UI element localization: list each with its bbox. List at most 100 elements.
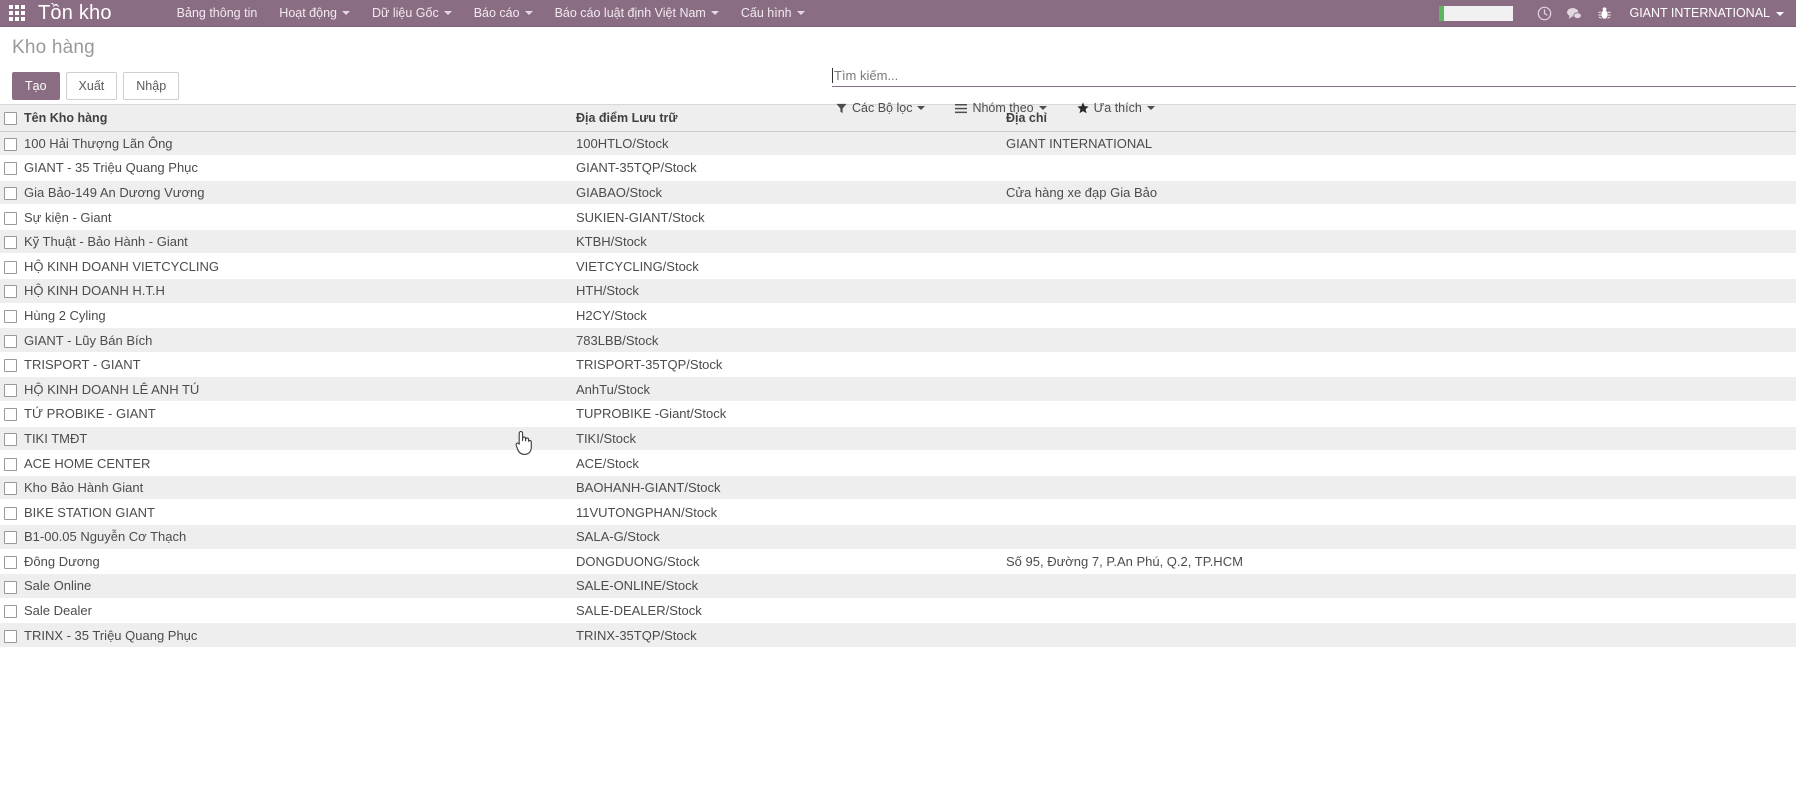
menu-item-operations[interactable]: Hoạt động	[268, 0, 361, 27]
search-options-row: Các Bộ lọc Nhóm theo Ưa thích	[832, 98, 1796, 118]
cell-storage-location: 100HTLO/Stock	[576, 135, 669, 151]
table-row[interactable]: TRINX - 35 Triệu Quang Phục TRINX-35TQP/S…	[0, 622, 1796, 648]
table-row[interactable]: TỨ PROBIKE - GIANT TUPROBIKE -Giant/Stock	[0, 401, 1796, 427]
table-row[interactable]: Sale Dealer SALE-DEALER/Stock	[0, 598, 1796, 623]
table-row[interactable]: Hùng 2 Cyling H2CY/Stock	[0, 303, 1796, 328]
select-all-checkbox[interactable]	[4, 111, 17, 125]
cell-warehouse-name: 100 Hải Thượng Lãn Ông	[24, 135, 173, 151]
search-input[interactable]	[834, 67, 1796, 84]
row-select-cell[interactable]	[0, 205, 24, 230]
table-row[interactable]: B1-00.05 Nguyễn Cơ Thạch SALA-G/Stock	[0, 524, 1796, 550]
menu-item-dashboard[interactable]: Bảng thông tin	[166, 0, 269, 27]
row-select-cell[interactable]	[0, 475, 24, 500]
row-checkbox[interactable]	[4, 236, 17, 250]
table-row[interactable]: Sự kiện - Giant SUKIEN-GIANT/Stock	[0, 204, 1796, 230]
row-select-cell[interactable]	[0, 328, 24, 353]
chevron-down-icon	[1146, 106, 1155, 110]
menu-item-configuration[interactable]: Cấu hình	[730, 0, 816, 27]
row-select-cell[interactable]	[0, 377, 24, 402]
table-body: 100 Hải Thượng Lãn Ông 100HTLO/Stock GIANT…	[0, 131, 1796, 648]
table-row[interactable]: HỘ KINH DOANH LÊ ANH TÚ AnhTu/Stock	[0, 376, 1796, 402]
debug-bug-icon[interactable]	[1589, 0, 1619, 27]
table-row[interactable]: HỘ KINH DOANH VIETCYCLING VIETCYCLING/Sto…	[0, 253, 1796, 279]
chevron-down-icon	[796, 11, 805, 15]
row-select-cell[interactable]	[0, 254, 24, 279]
table-row[interactable]: GIANT - 35 Triệu Quang Phục GIANT-35TQP/S…	[0, 155, 1796, 181]
table-row[interactable]: Sale Online SALE-ONLINE/Stock	[0, 573, 1796, 599]
row-select-cell[interactable]	[0, 426, 24, 451]
cell-warehouse-name: TỨ PROBIKE - GIANT	[24, 406, 156, 422]
user-menu[interactable]: GIANT INTERNATIONAL	[1619, 0, 1796, 27]
column-header-name[interactable]: Tên Kho hàng	[24, 105, 576, 132]
row-select-cell[interactable]	[0, 598, 24, 623]
row-checkbox[interactable]	[4, 432, 17, 446]
row-checkbox[interactable]	[4, 211, 17, 225]
row-select-cell[interactable]	[0, 623, 24, 648]
row-checkbox[interactable]	[4, 408, 17, 422]
cell-storage-location: SUKIEN-GIANT/Stock	[576, 209, 705, 225]
search-input-wrapper[interactable]	[832, 67, 1796, 87]
import-button[interactable]: Nhập	[123, 72, 180, 100]
row-checkbox[interactable]	[4, 629, 17, 643]
menu-item-vietnam-statutory-reports[interactable]: Báo cáo luật định Việt Nam	[544, 0, 730, 27]
row-checkbox[interactable]	[4, 187, 17, 201]
table-row[interactable]: ACE HOME CENTER ACE/Stock	[0, 450, 1796, 476]
row-checkbox[interactable]	[4, 285, 17, 299]
row-checkbox[interactable]	[4, 309, 17, 323]
row-select-cell[interactable]	[0, 229, 24, 254]
table-row[interactable]: Kho Bảo Hành Giant BAOHANH-GIANT/Stock	[0, 475, 1796, 500]
row-select-cell[interactable]	[0, 303, 24, 328]
row-checkbox[interactable]	[4, 580, 17, 594]
row-select-cell[interactable]	[0, 549, 24, 574]
row-checkbox[interactable]	[4, 457, 17, 471]
table-row[interactable]: TRISPORT - GIANT TRISPORT-35TQP/Stock	[0, 352, 1796, 377]
app-brand-title[interactable]: Tồn kho	[34, 0, 122, 27]
table-row[interactable]: BIKE STATION GIANT 11VUTONGPHAN/Stock	[0, 499, 1796, 525]
menu-item-reporting[interactable]: Báo cáo	[463, 0, 544, 27]
table-row[interactable]: TIKI TMĐT TIKI/Stock	[0, 426, 1796, 451]
row-select-cell[interactable]	[0, 352, 24, 377]
row-select-cell[interactable]	[0, 451, 24, 476]
row-checkbox[interactable]	[4, 137, 17, 151]
row-checkbox[interactable]	[4, 482, 17, 496]
filters-dropdown[interactable]: Các Bộ lọc	[832, 98, 939, 118]
row-checkbox[interactable]	[4, 555, 17, 569]
row-checkbox[interactable]	[4, 334, 17, 348]
row-checkbox[interactable]	[4, 605, 17, 619]
cell-warehouse-name: TIKI TMĐT	[24, 430, 88, 446]
row-select-cell[interactable]	[0, 131, 24, 156]
breadcrumb[interactable]: Kho hàng	[12, 37, 95, 59]
export-button[interactable]: Xuất	[65, 72, 118, 100]
row-select-cell[interactable]	[0, 525, 24, 550]
row-checkbox[interactable]	[4, 506, 17, 520]
group-by-dropdown[interactable]: Nhóm theo	[951, 98, 1060, 118]
row-select-cell[interactable]	[0, 156, 24, 181]
row-select-cell[interactable]	[0, 500, 24, 525]
cell-storage-location: TRISPORT-35TQP/Stock	[576, 357, 723, 373]
cell-storage-location: VIETCYCLING/Stock	[576, 258, 699, 274]
table-row[interactable]: HỘ KINH DOANH H.T.H HTH/Stock	[0, 278, 1796, 304]
table-row[interactable]: Kỹ Thuật - Bảo Hành - Giant KTBH/Stock	[0, 229, 1796, 254]
row-checkbox[interactable]	[4, 359, 17, 373]
select-all-header[interactable]	[0, 105, 24, 132]
menu-item-master-data[interactable]: Dữ liệu Gốc	[361, 0, 463, 27]
row-checkbox[interactable]	[4, 383, 17, 397]
table-row[interactable]: Gia Bảo-149 An Dương Vương GIABAO/Stock Cử…	[0, 180, 1796, 205]
table-row[interactable]: Đông Dương DONGDUONG/Stock Số 95, Đường 7,…	[0, 549, 1796, 574]
row-select-cell[interactable]	[0, 574, 24, 599]
messages-icon[interactable]	[1559, 0, 1589, 27]
clock-icon[interactable]	[1529, 0, 1559, 27]
row-select-cell[interactable]	[0, 402, 24, 427]
table-row[interactable]: GIANT - Lũy Bán Bích 783LBB/Stock	[0, 327, 1796, 353]
cell-address: Số 95, Đường 7, P.An Phú, Q.2, TP.HCM	[1006, 553, 1243, 569]
create-button[interactable]: Tạo	[12, 72, 60, 100]
favorites-dropdown[interactable]: Ưa thích	[1073, 98, 1169, 118]
row-select-cell[interactable]	[0, 180, 24, 205]
row-checkbox[interactable]	[4, 260, 17, 274]
row-checkbox[interactable]	[4, 162, 17, 176]
row-checkbox[interactable]	[4, 531, 17, 545]
row-select-cell[interactable]	[0, 279, 24, 304]
cell-address: GIANT INTERNATIONAL	[1006, 135, 1153, 151]
apps-grid-icon[interactable]	[0, 0, 34, 27]
table-row[interactable]: 100 Hải Thượng Lãn Ông 100HTLO/Stock GIANT…	[0, 131, 1796, 156]
